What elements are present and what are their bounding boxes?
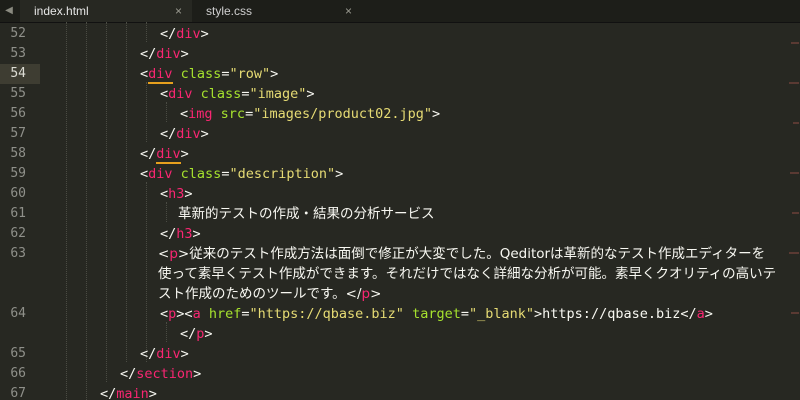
minimap[interactable] <box>786 22 800 400</box>
line-number-active: 54 <box>10 66 26 81</box>
minimap-mark <box>791 42 799 44</box>
line-number: 56 <box>10 106 26 121</box>
code-line: </h3> <box>160 226 201 242</box>
bracket-match: div <box>156 146 181 164</box>
indent-guide <box>86 22 87 400</box>
tab-bar: ◀ index.html × style.css × <box>0 0 800 23</box>
close-icon[interactable]: × <box>345 0 352 22</box>
indent-guide <box>66 22 67 400</box>
indent-guide <box>126 22 127 362</box>
line-number: 59 <box>10 166 26 181</box>
editor-window: ◀ index.html × style.css × 52 53 54 55 5… <box>0 0 800 400</box>
line-number-gutter: 52 53 54 55 56 57 58 59 60 61 62 63 64 6… <box>0 22 40 400</box>
code-line: <img src="images/product02.jpg"> <box>180 106 441 122</box>
code-line: </div> <box>140 146 189 164</box>
line-number: 60 <box>10 186 26 201</box>
code-line: </div> <box>160 26 209 42</box>
line-number: 64 <box>10 306 26 321</box>
line-number: 58 <box>10 146 26 161</box>
line-number: 63 <box>10 246 26 261</box>
indent-guide <box>146 82 147 142</box>
minimap-mark <box>790 172 799 174</box>
tab-label: index.html <box>34 4 89 18</box>
line-number: 65 <box>10 346 26 361</box>
close-icon[interactable]: × <box>175 0 182 22</box>
tab-label: style.css <box>206 4 253 18</box>
code-line: </div> <box>140 346 189 362</box>
minimap-mark <box>789 82 799 84</box>
line-number: 57 <box>10 126 26 141</box>
line-number: 52 <box>10 26 26 41</box>
code-line: </main> <box>100 386 157 400</box>
tab-index-html[interactable]: index.html × <box>20 0 192 22</box>
code-line: 革新的テストの作成・結果の分析サービス <box>178 206 435 222</box>
code-line: <div class="image"> <box>160 86 315 102</box>
indent-guide <box>166 322 167 342</box>
bracket-match: div <box>148 66 173 84</box>
code-line: </div> <box>160 126 209 142</box>
indent-guide <box>166 102 167 122</box>
line-number: 67 <box>10 386 26 400</box>
indent-guide <box>106 22 107 382</box>
indent-guide <box>166 202 167 222</box>
line-number: 55 <box>10 86 26 101</box>
code-line: </p> <box>180 326 213 342</box>
line-number: 61 <box>10 206 26 221</box>
code-line: <h3> <box>160 186 193 202</box>
code-line-active: <div class="row"> <box>140 66 279 84</box>
tab-style-css[interactable]: style.css × <box>192 0 362 22</box>
line-number: 53 <box>10 46 26 61</box>
minimap-mark <box>789 252 799 254</box>
code-line: <p><a href="https://qbase.biz" target="_… <box>160 306 713 322</box>
minimap-mark <box>792 212 799 214</box>
minimap-mark <box>793 122 799 124</box>
tab-nav-left-icon[interactable]: ◀ <box>0 0 18 22</box>
code-line: <div class="description"> <box>140 166 344 182</box>
line-number: 62 <box>10 226 26 241</box>
minimap-mark <box>791 312 799 314</box>
line-number: 66 <box>10 366 26 381</box>
code-line: </section> <box>120 366 202 382</box>
code-line-wrapped: <p>従来のテスト作成方法は面倒で修正が大変でした。Qeditorは革新的なテス… <box>158 246 777 302</box>
indent-guide <box>146 182 147 362</box>
code-editor[interactable]: </div> </div> <div class="row"> <div cla… <box>40 22 800 400</box>
indent-guide <box>146 22 147 42</box>
code-line: </div> <box>140 46 189 62</box>
